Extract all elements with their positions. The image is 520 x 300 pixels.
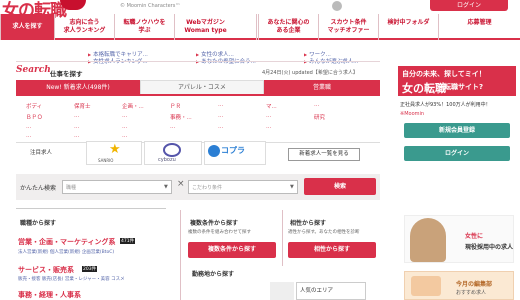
tab-sales[interactable]: 営業職 — [264, 80, 380, 94]
ad-line: 現役採用中の求人 — [465, 244, 514, 251]
category-link[interactable]: ... — [218, 113, 223, 119]
cybozu-logo-icon — [163, 143, 181, 157]
ad-line: 今月の編集部 — [456, 281, 493, 288]
job-subcategory-links[interactable]: 販売・接客 販売(店長) 営業・レジャー・美容 コスメ — [18, 276, 125, 282]
job-category-link[interactable]: 事務・経理・人事系 — [18, 290, 81, 300]
search-subheading: 仕事を探す — [50, 70, 83, 78]
quick-search-label: かんたん検索 — [20, 185, 57, 192]
nav-interested-companies[interactable]: あなたに関心の ある企業 — [258, 14, 318, 40]
nav-ranking[interactable]: 志向に合う 求人ランキング — [54, 14, 114, 40]
popular-areas-box[interactable]: 人気のエリア — [296, 282, 366, 300]
job-count-badge: 471件 — [120, 238, 136, 244]
category-link[interactable]: ... — [314, 102, 319, 108]
nav-scout-offers[interactable]: スカウト条件 マッチオファー — [318, 14, 378, 40]
category-link[interactable]: ... — [26, 124, 31, 130]
condition-select[interactable]: こだわり条件 — [188, 180, 298, 194]
divider — [180, 266, 181, 300]
editors-illustration — [411, 276, 441, 296]
page: 女の転職 © Moomin Characters™ ログイン 求人を探す 志向に… — [0, 0, 520, 300]
job-subcategory-links[interactable]: 法人営業(新規) 個人営業(新規) 企画営業(BtoC) — [18, 249, 114, 255]
star-icon: ★ — [109, 142, 121, 157]
divider — [180, 210, 181, 266]
multi-condition-title: 複数条件から探す — [190, 220, 239, 227]
category-link[interactable]: ボディ — [26, 102, 42, 110]
chevron-down-icon: ▼ — [290, 184, 294, 190]
category-link[interactable]: ... — [266, 113, 271, 119]
category-link[interactable]: ＰＲ — [170, 102, 181, 110]
cybozu-logo-text: cybozu — [158, 157, 176, 163]
nav-separator — [256, 14, 257, 40]
banner-logo: 女の転職 — [402, 82, 446, 95]
search-heading: Search — [16, 65, 51, 75]
multi-condition-desc: 複数の条件を組み合わせて探す — [188, 230, 251, 235]
nav-application-management[interactable]: 応募管理 — [438, 14, 520, 40]
job-type-select[interactable]: 職種 — [62, 180, 172, 194]
affinity-button[interactable]: 相性から探す — [288, 242, 376, 258]
news-links: 本格転職でキャリア... 女性の求人... ワーク... 女性求人ランキング..… — [0, 42, 520, 65]
affinity-desc: 適性から探す。あなたの相性を診断 — [288, 230, 360, 235]
category-link[interactable]: 保育士 — [74, 102, 91, 110]
banner-subtext: 転職サイト? — [444, 83, 484, 91]
job-category-link[interactable]: サービス・販売系 — [18, 265, 74, 275]
category-link[interactable]: 企画・... — [122, 102, 144, 110]
copyright-text: © Moomin Characters™ — [120, 3, 181, 9]
nav-consider-folder[interactable]: 検討中フォルダ — [378, 14, 438, 40]
divider — [16, 61, 380, 62]
category-link[interactable]: ... — [74, 133, 79, 139]
category-link[interactable]: ... — [74, 113, 79, 119]
category-link[interactable]: ... — [266, 124, 271, 130]
banner-tagline: 自分の未来、探してミイ！ — [402, 70, 486, 78]
tab-apparel-cosmetics[interactable]: アパレル・コスメ — [140, 80, 264, 94]
featured-label: 注目求人 — [30, 150, 53, 156]
portrait-image — [410, 218, 446, 262]
account-icon[interactable] — [332, 1, 342, 11]
category-link[interactable]: マ... — [266, 102, 277, 110]
multi-condition-button[interactable]: 複数条件から探す — [188, 242, 276, 258]
sidebar-login-button[interactable]: ログイン — [404, 146, 510, 161]
login-button[interactable]: ログイン — [430, 0, 508, 11]
job-category-link[interactable]: 営業・企画・マーケティング系 — [18, 237, 115, 247]
job-count-badge: 203件 — [82, 266, 98, 272]
nav-knowhow[interactable]: 転職ノウハウを 学ぶ — [114, 14, 174, 40]
job-type-title: 職種から探す — [20, 220, 57, 227]
map-icon[interactable] — [270, 282, 294, 300]
ad-line: 女性に — [465, 233, 484, 240]
register-button[interactable]: 新規会員登録 — [404, 123, 510, 138]
ad-line: おすすめ求人 — [456, 290, 487, 296]
update-note: 4月24日(火) updated【希望に合う求人】 — [262, 70, 358, 76]
affinity-title: 相性から探す — [290, 220, 327, 227]
category-link[interactable]: 研究 — [314, 113, 325, 121]
sidebar-note: ※Moomin — [400, 111, 425, 117]
divider — [282, 210, 283, 266]
featured-caption: SANRIO — [98, 158, 114, 163]
category-link[interactable]: ＢＰＯ — [26, 113, 43, 121]
category-link[interactable]: ... — [218, 102, 223, 108]
category-link[interactable]: ... — [122, 124, 127, 130]
category-link[interactable]: ... — [26, 133, 31, 139]
sidebar-stats: 正社員求人が93%！100万人が利用中！ — [400, 102, 491, 108]
category-link[interactable]: 事務・... — [170, 113, 192, 121]
tab-new-jobs[interactable]: New! 新着求人(498件) — [16, 80, 140, 94]
search-button[interactable]: 検索 — [304, 178, 376, 195]
category-link[interactable]: ... — [170, 124, 175, 130]
category-link[interactable]: ... — [122, 133, 127, 139]
kopura-logo-icon — [208, 145, 220, 157]
category-link[interactable]: ... — [74, 124, 79, 130]
kopura-logo-text: コプラ — [221, 146, 245, 155]
nav-webmag[interactable]: Webマガジン Woman type — [174, 14, 236, 40]
category-link[interactable]: ... — [122, 113, 127, 119]
cross-icon: × — [177, 179, 185, 189]
nav-search-jobs[interactable]: 求人を探す — [0, 14, 54, 40]
view-all-new-jobs-button[interactable]: 新着求人一覧を見る — [288, 148, 360, 161]
area-title: 勤務地から探す — [192, 271, 235, 278]
category-link[interactable]: ... — [218, 124, 223, 130]
chevron-down-icon: ▼ — [164, 184, 168, 190]
